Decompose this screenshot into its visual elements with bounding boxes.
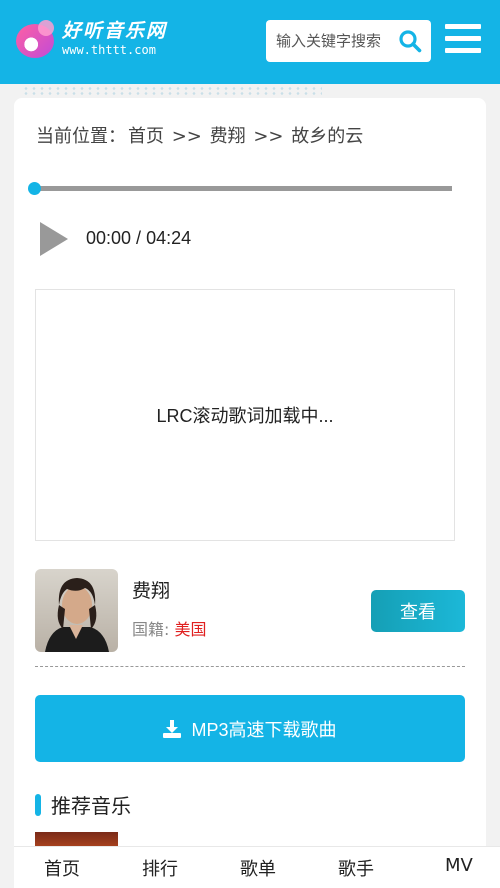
logo-mark-icon bbox=[16, 20, 56, 58]
progress-handle[interactable] bbox=[28, 182, 41, 195]
time-display: 00:00 / 04:24 bbox=[86, 228, 191, 249]
download-label: MP3高速下载歌曲 bbox=[191, 719, 337, 740]
divider bbox=[35, 666, 465, 667]
play-button-icon[interactable] bbox=[38, 220, 70, 258]
nav-item-playlist[interactable]: 歌单 bbox=[240, 855, 276, 881]
artist-avatar[interactable] bbox=[35, 569, 118, 652]
header: 好听音乐网 www.thttt.com bbox=[0, 0, 500, 84]
site-logo[interactable]: 好听音乐网 www.thttt.com bbox=[16, 20, 167, 58]
lyrics-status: LRC滚动歌词加载中... bbox=[156, 406, 334, 426]
breadcrumb-song: 故乡的云 bbox=[291, 126, 364, 147]
current-time: 00:00 bbox=[86, 228, 132, 248]
hamburger-menu-icon[interactable] bbox=[445, 24, 481, 58]
main-card: 当前位置： 首页 >> 费翔 >> 故乡的云 00:00 / 04:24 LRC滚… bbox=[14, 98, 486, 888]
time-separator: / bbox=[131, 228, 147, 248]
nav-item-home[interactable]: 首页 bbox=[44, 855, 80, 881]
artist-nationality: 国籍: 美国 bbox=[132, 616, 207, 640]
decorative-dots bbox=[22, 86, 322, 96]
breadcrumb-prefix: 当前位置： bbox=[36, 126, 126, 147]
view-artist-button[interactable]: 查看 bbox=[371, 590, 465, 632]
search-box bbox=[266, 20, 431, 62]
nav-item-ranking[interactable]: 排行 bbox=[142, 855, 178, 881]
nationality-label: 国籍: bbox=[132, 620, 170, 639]
breadcrumb: 当前位置： 首页 >> 费翔 >> 故乡的云 bbox=[36, 122, 365, 148]
breadcrumb-artist-link[interactable]: 费翔 bbox=[210, 126, 246, 147]
logo-url: www.thttt.com bbox=[62, 43, 156, 57]
duration: 04:24 bbox=[146, 228, 192, 248]
artist-name: 费翔 bbox=[132, 580, 171, 602]
download-button[interactable]: MP3高速下载歌曲 bbox=[35, 695, 465, 762]
recommend-section-title: 推荐音乐 bbox=[35, 790, 131, 819]
nav-item-singer[interactable]: 歌手 bbox=[338, 855, 374, 881]
progress-bar[interactable] bbox=[28, 182, 452, 195]
section-marker bbox=[35, 793, 41, 816]
bottom-nav: 首页 排行 歌单 歌手 MV bbox=[14, 846, 500, 888]
recommend-title: 推荐音乐 bbox=[51, 794, 131, 818]
breadcrumb-separator: >> bbox=[247, 126, 290, 147]
breadcrumb-separator: >> bbox=[166, 126, 208, 147]
search-input[interactable] bbox=[276, 32, 396, 50]
breadcrumb-home-link[interactable]: 首页 bbox=[128, 126, 164, 147]
download-icon bbox=[163, 719, 182, 738]
lyrics-panel: LRC滚动歌词加载中... bbox=[35, 289, 455, 541]
search-icon[interactable] bbox=[398, 29, 422, 53]
nav-item-mv[interactable]: MV bbox=[445, 855, 473, 876]
logo-title: 好听音乐网 bbox=[62, 20, 168, 42]
nationality-value: 美国 bbox=[174, 620, 207, 639]
